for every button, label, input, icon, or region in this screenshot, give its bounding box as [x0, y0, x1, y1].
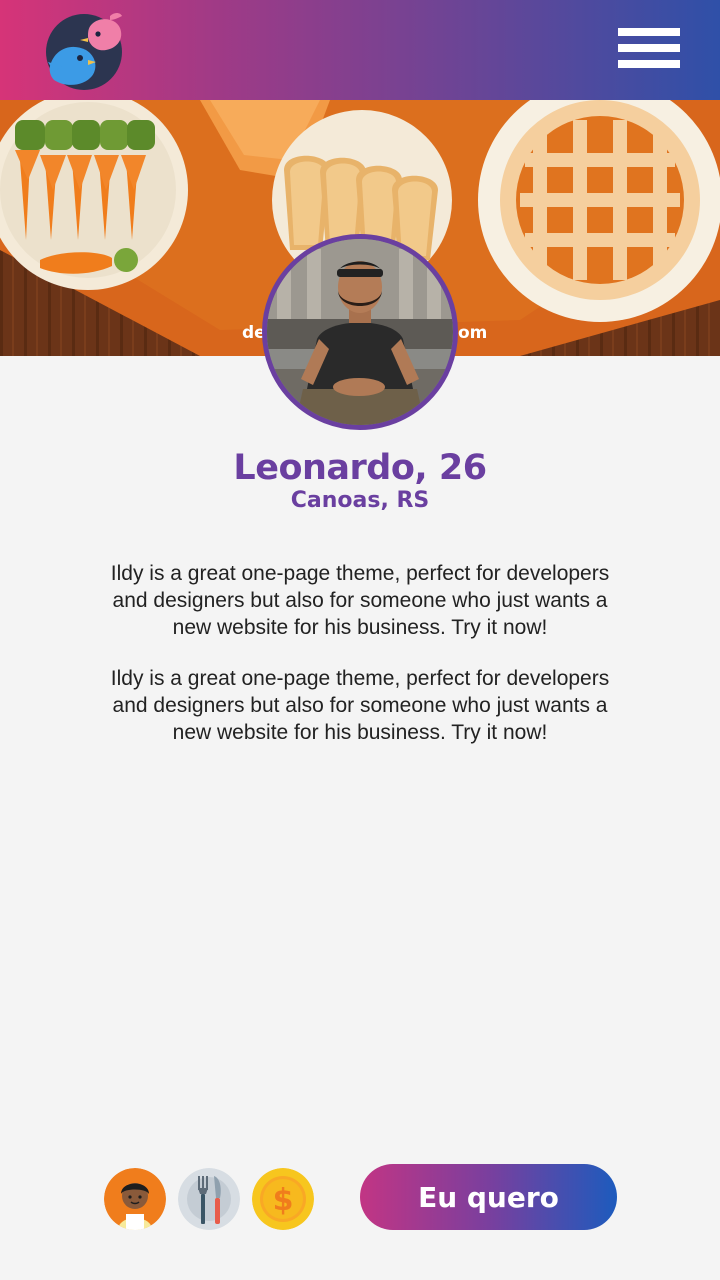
hamburger-menu-icon[interactable]	[618, 28, 680, 72]
person-avatar-icon[interactable]	[104, 1168, 166, 1230]
profile-bio-paragraph: Ildy is a great one-page theme, perfect …	[110, 667, 610, 744]
profile-bio-paragraph: Ildy is a great one-page theme, perfect …	[110, 562, 610, 639]
want-button[interactable]: Eu quero	[360, 1164, 617, 1230]
profile-location: Canoas, RS	[290, 488, 430, 513]
top-bar	[0, 0, 720, 100]
cutlery-icon[interactable]	[178, 1168, 240, 1230]
menu-line	[618, 60, 680, 68]
birds-logo-icon[interactable]	[44, 10, 126, 92]
dollar-coin-icon[interactable]: $	[252, 1168, 314, 1230]
menu-line	[618, 28, 680, 36]
profile-name: Leonardo, 26	[233, 448, 487, 488]
watermark-right: om	[458, 323, 487, 343]
menu-line	[618, 44, 680, 52]
svg-text:$: $	[273, 1183, 294, 1218]
profile-avatar[interactable]	[262, 234, 458, 430]
